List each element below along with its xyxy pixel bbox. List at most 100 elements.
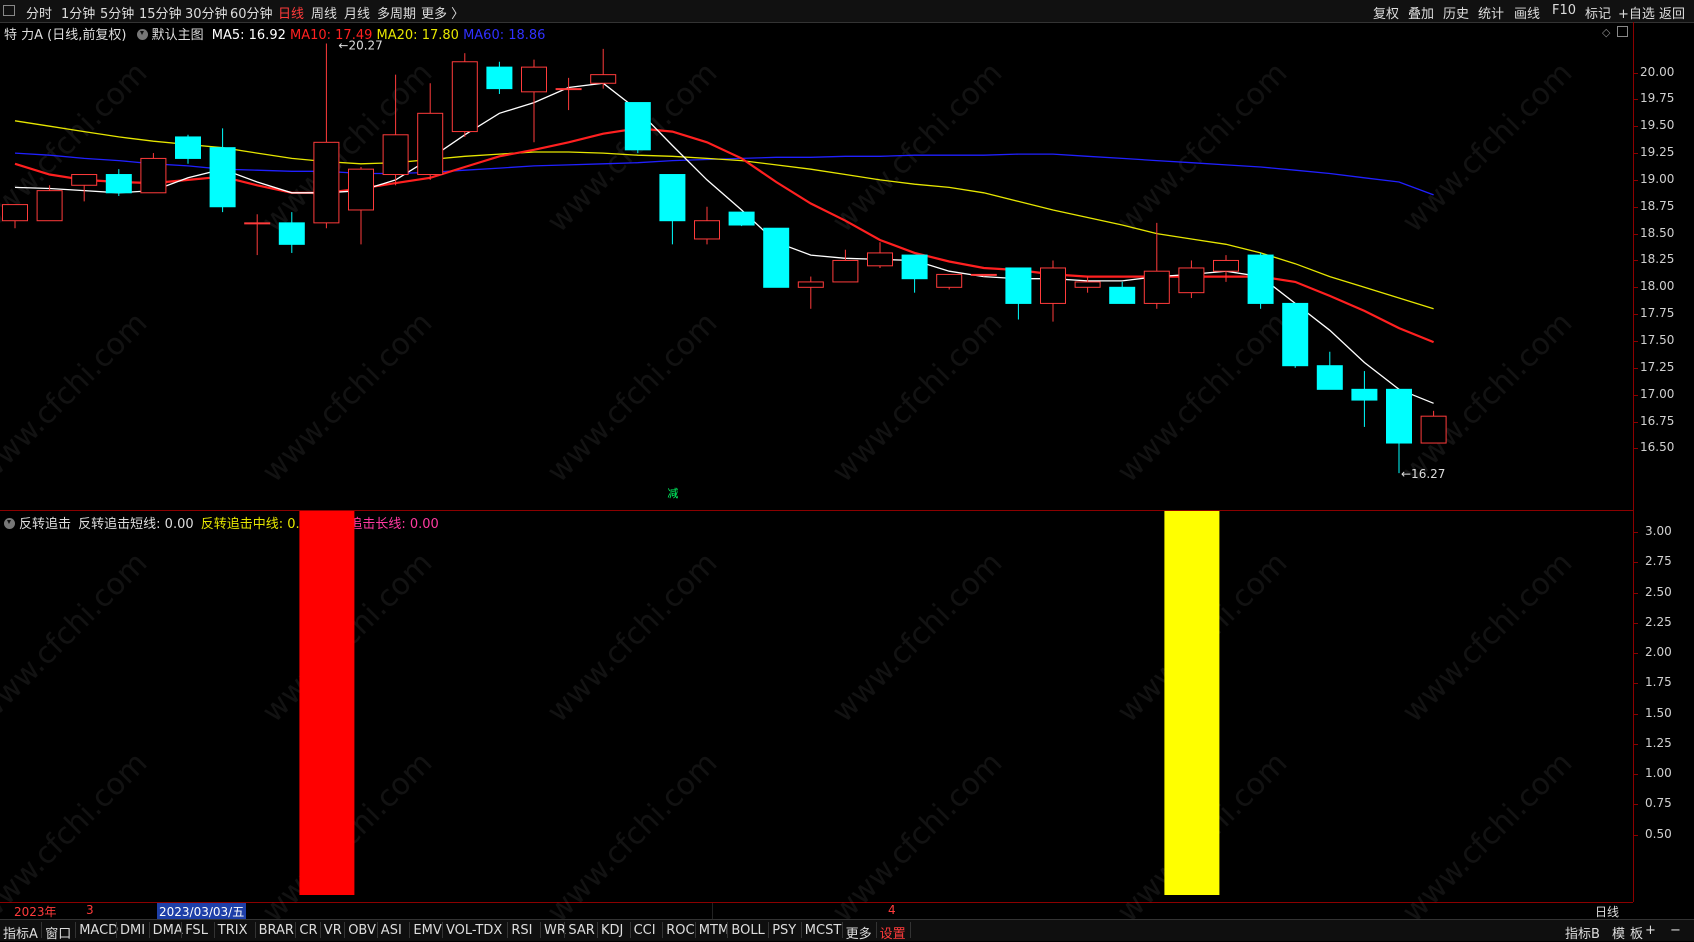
indicator-tab-13[interactable]: VOL-TDX xyxy=(446,923,502,938)
period-label: 日线 xyxy=(1595,905,1620,919)
bottom-right-button-2[interactable]: 板 xyxy=(1630,923,1643,942)
f10-button[interactable]: F10 xyxy=(1552,3,1576,18)
candle-body xyxy=(1247,254,1274,304)
indicator-tab-8[interactable]: CR xyxy=(299,923,317,938)
indicator-tab-9[interactable]: VR xyxy=(324,923,342,938)
indicator-tab-2[interactable]: MACD xyxy=(79,923,118,938)
indicator-bar xyxy=(299,511,355,895)
candle xyxy=(1282,302,1309,368)
candle-body xyxy=(867,252,893,267)
price-tick-label: 20.00 xyxy=(1640,64,1675,79)
indicator-tab-23[interactable]: MCST xyxy=(805,923,842,938)
candle xyxy=(867,242,893,268)
indicator-tab-15[interactable]: WR xyxy=(544,923,566,938)
candle xyxy=(1040,260,1066,322)
indicator-tab-20[interactable]: MTM xyxy=(699,923,729,938)
tab-separator xyxy=(629,922,631,938)
indicator-tab-16[interactable]: SAR xyxy=(568,923,594,938)
tab-separator xyxy=(800,922,802,938)
indicator-tab-25[interactable]: 设置 xyxy=(880,923,906,942)
indicator-tick xyxy=(1633,622,1638,624)
tab-1min[interactable]: 1分钟 xyxy=(61,3,95,22)
tab-separator xyxy=(694,922,696,938)
add-watchlist-button[interactable]: +自选 xyxy=(1618,3,1655,22)
candle-body xyxy=(728,211,755,226)
indicator-tab-12[interactable]: EMV xyxy=(413,923,441,938)
tab-multi-period[interactable]: 多周期 xyxy=(377,3,416,22)
price-tick-label: 19.50 xyxy=(1640,118,1675,133)
price-tick xyxy=(1633,72,1638,74)
candlestick-chart[interactable]: ←20.27 ←16.27 减 xyxy=(0,22,1633,510)
mark-button[interactable]: 标记 xyxy=(1585,3,1611,22)
indicator-tick-label: 2.50 xyxy=(1645,584,1672,599)
candle xyxy=(1420,410,1447,444)
tab-30min[interactable]: 30分钟 xyxy=(185,3,228,22)
bottom-right-button-0[interactable]: 指标B xyxy=(1565,923,1600,942)
indicator-tab-5[interactable]: FSL xyxy=(185,923,208,938)
menu-icon[interactable] xyxy=(3,5,15,16)
indicator-tab-10[interactable]: OBV xyxy=(348,923,376,938)
fuquan-button[interactable]: 复权 xyxy=(1373,3,1399,22)
candle-body xyxy=(1143,270,1170,304)
bottom-right-button-1[interactable]: 模 xyxy=(1612,923,1625,942)
indicator-tab-22[interactable]: PSY xyxy=(772,923,796,938)
tab-separator xyxy=(254,922,256,938)
tab-60min[interactable]: 60分钟 xyxy=(230,3,273,22)
tab-more[interactable]: 更多 〉 xyxy=(421,3,464,22)
candle xyxy=(1386,388,1412,474)
indicator-tick xyxy=(1633,683,1638,685)
indicator-tick-label: 3.00 xyxy=(1645,524,1672,538)
tab-separator xyxy=(376,922,378,938)
candle xyxy=(2,204,28,229)
indicator-tab-3[interactable]: DMI xyxy=(120,923,145,938)
indicator-tick xyxy=(1633,592,1638,594)
stats-button[interactable]: 统计 xyxy=(1478,3,1504,22)
indicator-tab-4[interactable]: DMA xyxy=(153,923,183,938)
candle-body xyxy=(1386,388,1412,444)
price-tick xyxy=(1633,126,1638,128)
indicator-tab-6[interactable]: TRIX xyxy=(218,923,248,938)
indicator-tab-21[interactable]: BOLL xyxy=(731,923,764,938)
candle xyxy=(797,276,824,309)
indicator-tab-0[interactable]: 指标A xyxy=(3,923,38,942)
bottom-right-button-3[interactable]: + xyxy=(1645,923,1656,938)
price-tick-label: 17.75 xyxy=(1640,306,1675,321)
indicator-tab-11[interactable]: ASI xyxy=(381,923,402,938)
candle xyxy=(659,174,686,245)
price-tick xyxy=(1633,206,1638,208)
tab-fenshi[interactable]: 分时 xyxy=(26,3,52,22)
indicator-tab-14[interactable]: RSI xyxy=(511,923,532,938)
candle xyxy=(313,43,340,229)
candle xyxy=(1316,351,1343,390)
candle-body xyxy=(1282,302,1309,367)
candle-body xyxy=(936,273,963,288)
draw-button[interactable]: 画线 xyxy=(1514,3,1540,22)
indicator-tick-label: 0.50 xyxy=(1645,826,1672,841)
indicator-tab-18[interactable]: CCI xyxy=(634,923,656,938)
overlay-button[interactable]: 叠加 xyxy=(1408,3,1434,22)
indicator-chart[interactable] xyxy=(0,511,1633,902)
indicator-tick xyxy=(1633,713,1638,715)
candle xyxy=(175,134,201,164)
price-tick xyxy=(1633,421,1638,423)
back-button[interactable]: 返回 xyxy=(1659,3,1685,22)
indicator-tab-24[interactable]: 更多 xyxy=(846,923,872,942)
tab-5min[interactable]: 5分钟 xyxy=(100,3,134,22)
indicator-tick-label: 1.50 xyxy=(1645,705,1672,720)
indicator-tab-17[interactable]: KDJ xyxy=(601,923,623,938)
candle xyxy=(1247,252,1274,309)
price-tick-label: 16.75 xyxy=(1640,413,1675,428)
indicator-tab-19[interactable]: ROC xyxy=(666,923,694,938)
indicator-tab-7[interactable]: BRAR xyxy=(259,923,294,938)
tab-weekly[interactable]: 周线 xyxy=(311,3,337,22)
tab-daily[interactable]: 日线 xyxy=(278,3,304,22)
history-button[interactable]: 历史 xyxy=(1443,3,1469,22)
tab-monthly[interactable]: 月线 xyxy=(344,3,370,22)
indicator-tab-1[interactable]: 窗口 xyxy=(45,923,71,942)
tab-15min[interactable]: 15分钟 xyxy=(139,3,182,22)
candle-body xyxy=(832,259,859,283)
indicator-tick xyxy=(1633,804,1638,806)
bottom-right-button-4[interactable]: − xyxy=(1670,923,1681,938)
candle xyxy=(1074,276,1101,293)
candle-body xyxy=(71,174,98,186)
